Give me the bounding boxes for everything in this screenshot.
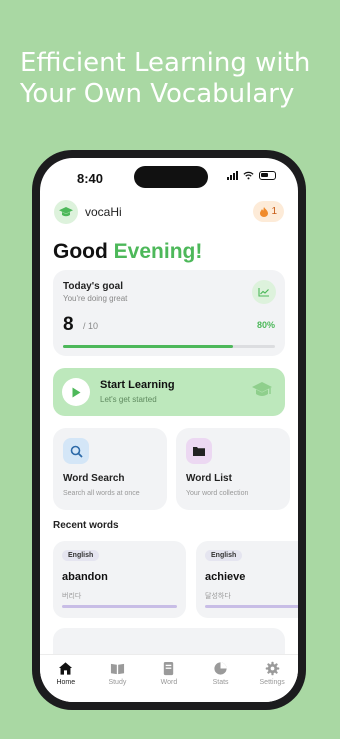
word-meaning: 버리다 bbox=[62, 593, 82, 600]
streak-badge[interactable]: 1 bbox=[253, 201, 284, 222]
app-screen: 8:40 vocaHi 1 Good Evening! Today's goal… bbox=[40, 158, 298, 702]
goal-subtitle: You're doing great bbox=[63, 294, 128, 303]
tab-label: Settings bbox=[259, 679, 285, 686]
word-list-subtitle: Your word collection bbox=[186, 490, 249, 497]
dynamic-island bbox=[134, 166, 208, 188]
goal-title: Today's goal bbox=[63, 281, 123, 292]
word-progress-bar bbox=[62, 605, 177, 608]
bottom-tab-bar: Home Study Word Stats Settings bbox=[40, 654, 298, 702]
graduation-cap-logo-icon bbox=[54, 200, 78, 224]
signal-icon bbox=[227, 171, 238, 180]
tab-label: Word bbox=[160, 679, 178, 686]
word-text: abandon bbox=[62, 571, 108, 583]
flame-icon bbox=[260, 206, 269, 217]
home-icon bbox=[59, 662, 73, 675]
language-tag: English bbox=[205, 550, 243, 561]
wifi-icon bbox=[243, 171, 254, 180]
tab-word[interactable]: Word bbox=[143, 655, 195, 702]
goal-percent: 80% bbox=[256, 320, 275, 330]
tab-label: Home bbox=[56, 679, 76, 686]
search-icon bbox=[63, 438, 89, 464]
start-learning-subtitle: Let's get started bbox=[100, 395, 157, 404]
goal-done-count: 8 bbox=[63, 314, 74, 335]
battery-icon bbox=[259, 171, 276, 180]
app-header: vocaHi 1 bbox=[54, 200, 284, 224]
pie-chart-icon bbox=[214, 662, 227, 675]
word-search-title: Word Search bbox=[63, 473, 125, 484]
start-learning-button[interactable]: Start Learning Let's get started bbox=[53, 368, 285, 416]
folder-icon bbox=[186, 438, 212, 464]
tab-stats[interactable]: Stats bbox=[195, 655, 247, 702]
app-name: vocaHi bbox=[85, 205, 122, 219]
word-list-card[interactable]: Word List Your word collection bbox=[176, 428, 290, 510]
book-icon bbox=[110, 663, 124, 675]
word-text: achieve bbox=[205, 571, 246, 583]
status-icons bbox=[227, 171, 276, 180]
word-progress-bar bbox=[205, 605, 298, 608]
goal-progress-track bbox=[63, 345, 275, 348]
recent-word-card[interactable]: English achieve 달성하다 bbox=[196, 541, 298, 618]
card-icon bbox=[164, 661, 174, 676]
tab-label: Study bbox=[108, 679, 127, 686]
recent-word-card[interactable]: English abandon 버리다 bbox=[53, 541, 186, 618]
tab-label: Stats bbox=[212, 679, 229, 686]
promo-line-2: Your Own Vocabulary bbox=[20, 79, 295, 109]
tab-study[interactable]: Study bbox=[92, 655, 144, 702]
play-icon bbox=[62, 378, 90, 406]
gear-icon bbox=[265, 661, 279, 676]
greeting-prefix: Good bbox=[53, 240, 108, 263]
promo-headline: Efficient Learning with Your Own Vocabul… bbox=[20, 48, 336, 110]
greeting: Good Evening! bbox=[53, 240, 202, 264]
start-learning-title: Start Learning bbox=[100, 379, 175, 391]
language-tag: English bbox=[62, 550, 100, 561]
daily-goal-card[interactable]: Today's goal You're doing great 8 / 10 8… bbox=[53, 270, 285, 356]
status-time: 8:40 bbox=[77, 171, 104, 186]
greeting-highlight: Evening! bbox=[113, 240, 203, 263]
status-bar: 8:40 bbox=[40, 158, 298, 194]
tab-settings[interactable]: Settings bbox=[246, 655, 298, 702]
goal-total: / 10 bbox=[83, 321, 99, 331]
recent-words-heading: Recent words bbox=[53, 520, 119, 531]
tab-home[interactable]: Home bbox=[40, 655, 92, 702]
phone-frame: 8:40 vocaHi 1 Good Evening! Today's goal… bbox=[32, 150, 306, 710]
graduation-cap-icon bbox=[252, 382, 272, 396]
word-meaning: 달성하다 bbox=[205, 593, 231, 600]
goal-progress-fill bbox=[63, 345, 233, 348]
word-search-subtitle: Search all words at once bbox=[63, 490, 140, 497]
streak-count: 1 bbox=[271, 206, 277, 217]
trend-chart-icon[interactable] bbox=[252, 280, 276, 304]
word-search-card[interactable]: Word Search Search all words at once bbox=[53, 428, 167, 510]
promo-line-1: Efficient Learning with bbox=[20, 48, 311, 78]
word-list-title: Word List bbox=[186, 473, 232, 484]
